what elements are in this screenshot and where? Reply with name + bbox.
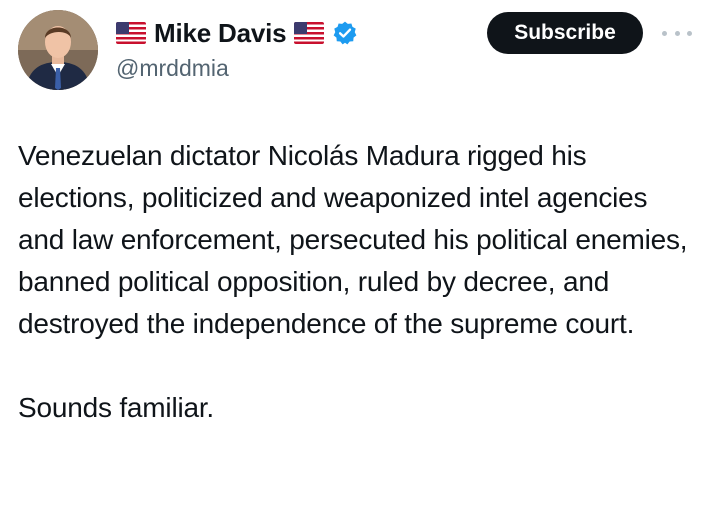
- us-flag-icon: [294, 22, 325, 44]
- verified-badge-icon: [332, 20, 358, 46]
- more-dots-icon[interactable]: [662, 22, 692, 44]
- subscribe-button[interactable]: Subscribe: [487, 12, 643, 54]
- us-flag-icon: [116, 22, 146, 44]
- author-name[interactable]: Mike Davis: [154, 18, 287, 49]
- author-handle[interactable]: @mrddmia: [116, 55, 229, 82]
- tweet-text: Venezuelan dictator Nicolás Madura rigge…: [18, 135, 698, 429]
- tweet-paragraph: Venezuelan dictator Nicolás Madura rigge…: [18, 140, 688, 339]
- tweet-header: Mike Davis @mrddmia Subscribe: [0, 0, 710, 110]
- avatar-image: [18, 10, 98, 90]
- dot: [662, 30, 667, 36]
- dot: [674, 30, 680, 36]
- author-name-row: Mike Davis: [116, 16, 358, 50]
- dot: [687, 30, 692, 36]
- tweet-paragraph: Sounds familiar.: [18, 392, 215, 423]
- avatar[interactable]: [18, 10, 98, 90]
